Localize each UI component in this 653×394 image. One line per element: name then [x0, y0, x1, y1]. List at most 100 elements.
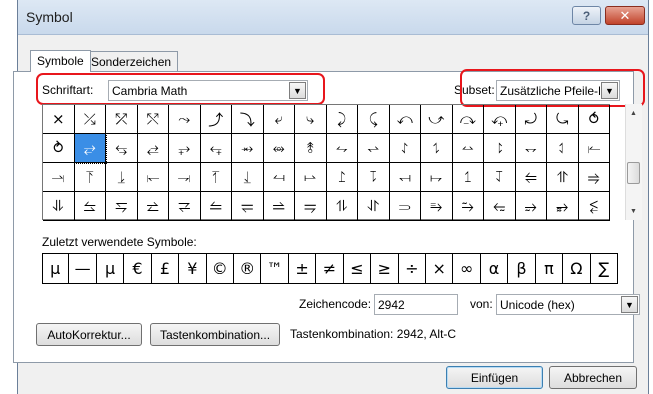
- symbol-cell[interactable]: ⥬: [263, 192, 295, 221]
- symbol-cell[interactable]: ⥱: [421, 192, 453, 221]
- symbol-cell[interactable]: ⤾: [515, 105, 547, 134]
- symbol-cell[interactable]: ⤰: [74, 105, 106, 134]
- symbol-cell[interactable]: ⥈: [263, 134, 295, 163]
- cancel-button[interactable]: Abbrechen: [549, 366, 637, 389]
- symbol-cell[interactable]: ⥔: [74, 163, 106, 192]
- symbol-cell[interactable]: ⥐: [515, 134, 547, 163]
- symbol-cell[interactable]: ⥏: [484, 134, 516, 163]
- autocorrect-button[interactable]: AutoKorrektur...: [36, 323, 142, 346]
- recent-symbol[interactable]: α: [481, 253, 509, 284]
- symbol-grid[interactable]: ⨯ ⤰ ⤱ ⤲ ⤳ ⤴ ⤵ ⤶ ⤷ ⤸ ⤹ ⤺ ⤻ ⤼ ⤽ ⤾ ⤿ ⥀ ⥁ ⥂ ⥃ ⥄ ⥅ ⥆ ⥇ ⥈ ⥉ ⥊ ⥋ ⥌ ⥍ ⥎ ⥏ ⥐ ⥑ ⥒ ⥓ ⥔ ⥕ ⥖…: [42, 104, 610, 221]
- symbol-cell[interactable]: ⥝: [358, 163, 390, 192]
- symbol-cell[interactable]: ⥰: [389, 192, 421, 221]
- recent-symbol[interactable]: ≠: [316, 253, 344, 284]
- recent-symbol[interactable]: £: [152, 253, 180, 284]
- symbol-cell[interactable]: ⤸: [326, 105, 358, 134]
- symbol-cell[interactable]: ⥆: [200, 134, 232, 163]
- symbol-cell[interactable]: ⥩: [169, 192, 201, 221]
- recent-symbol[interactable]: μ: [97, 253, 125, 284]
- symbol-cell[interactable]: ⥨: [137, 192, 169, 221]
- symbol-cell[interactable]: ⥢: [515, 163, 547, 192]
- symbol-cell[interactable]: ⤹: [358, 105, 390, 134]
- symbol-cell[interactable]: ⥳: [484, 192, 516, 221]
- recent-symbol[interactable]: €: [124, 253, 152, 284]
- symbol-cell[interactable]: ⥑: [547, 134, 579, 163]
- symbol-cell[interactable]: ⥓: [43, 163, 75, 192]
- symbol-cell[interactable]: ⥣: [547, 163, 579, 192]
- scroll-thumb[interactable]: [627, 162, 640, 184]
- recent-symbol[interactable]: π: [536, 253, 564, 284]
- symbol-cell[interactable]: ⥌: [389, 134, 421, 163]
- symbol-cell[interactable]: ⨯: [43, 105, 75, 134]
- symbol-cell[interactable]: ⥂: [73, 133, 107, 164]
- symbol-cell[interactable]: ⥒: [578, 134, 610, 163]
- symbol-cell[interactable]: ⥮: [326, 192, 358, 221]
- recent-symbol[interactable]: ∞: [453, 253, 481, 284]
- recent-symbol[interactable]: —: [69, 253, 97, 284]
- symbol-cell[interactable]: ⥤: [578, 163, 610, 192]
- symbol-cell[interactable]: ⥙: [232, 163, 264, 192]
- symbol-cell[interactable]: ⥪: [200, 192, 232, 221]
- symbol-cell[interactable]: ⤽: [484, 105, 516, 134]
- symbol-cell[interactable]: ⥧: [106, 192, 138, 221]
- close-button[interactable]: ✕: [605, 6, 645, 25]
- symbol-cell[interactable]: ⥊: [326, 134, 358, 163]
- scroll-down-icon[interactable]: ▼: [626, 204, 641, 218]
- symbol-cell[interactable]: ⤼: [452, 105, 484, 134]
- symbol-cell[interactable]: ⥁: [43, 134, 75, 163]
- symbol-cell[interactable]: ⥵: [547, 192, 579, 221]
- tab-special-characters[interactable]: Sonderzeichen: [84, 51, 179, 72]
- symbol-scrollbar[interactable]: ▲ ▼: [625, 104, 642, 220]
- symbol-cell[interactable]: ⥛: [295, 163, 327, 192]
- symbol-cell[interactable]: ⤻: [421, 105, 453, 134]
- symbol-cell[interactable]: ⥫: [232, 192, 264, 221]
- recent-symbol[interactable]: ≥: [371, 253, 399, 284]
- symbol-cell[interactable]: ⥟: [421, 163, 453, 192]
- recent-symbol[interactable]: ÷: [399, 253, 426, 284]
- symbol-cell[interactable]: ⥲: [452, 192, 484, 221]
- symbol-cell[interactable]: ⤲: [137, 105, 169, 134]
- symbol-cell[interactable]: ⤳: [169, 105, 201, 134]
- symbol-cell[interactable]: ⥉: [295, 134, 327, 163]
- symbol-cell[interactable]: ⥀: [578, 105, 610, 134]
- from-select[interactable]: Unicode (hex) ▼: [496, 294, 640, 315]
- symbol-cell[interactable]: ⥞: [389, 163, 421, 192]
- symbol-cell[interactable]: ⥯: [358, 192, 390, 221]
- symbol-cell[interactable]: ⥅: [169, 134, 201, 163]
- symbol-cell[interactable]: ⥡: [484, 163, 516, 192]
- symbol-cell[interactable]: ⥍: [421, 134, 453, 163]
- symbol-cell[interactable]: ⥠: [452, 163, 484, 192]
- tab-symbols[interactable]: Symbole: [30, 50, 91, 72]
- recent-symbol[interactable]: μ: [42, 253, 70, 284]
- scroll-up-icon[interactable]: ▲: [626, 106, 641, 120]
- symbol-cell[interactable]: ⥗: [169, 163, 201, 192]
- recent-symbol[interactable]: ™: [261, 253, 289, 284]
- shortcut-button[interactable]: Tastenkombination...: [150, 323, 280, 346]
- symbol-cell[interactable]: ⤺: [389, 105, 421, 134]
- symbol-cell[interactable]: ⥘: [200, 163, 232, 192]
- symbol-cell[interactable]: ⤶: [263, 105, 295, 134]
- symbol-cell[interactable]: ⥭: [295, 192, 327, 221]
- symbol-cell[interactable]: ⤴: [200, 105, 232, 134]
- symbol-cell[interactable]: ⤵: [232, 105, 264, 134]
- symbol-cell[interactable]: ⥇: [232, 134, 264, 163]
- recent-symbol[interactable]: β: [508, 253, 536, 284]
- symbol-cell[interactable]: ⥚: [263, 163, 295, 192]
- symbol-cell[interactable]: ⥴: [515, 192, 547, 221]
- symbol-cell[interactable]: ⥋: [358, 134, 390, 163]
- recent-symbol[interactable]: ≤: [344, 253, 372, 284]
- symbol-cell[interactable]: ⥜: [326, 163, 358, 192]
- recent-symbol[interactable]: Ω: [563, 253, 591, 284]
- symbol-cell[interactable]: ⥃: [106, 134, 138, 163]
- recent-symbol[interactable]: ∑: [591, 253, 618, 284]
- symbol-cell[interactable]: ⤿: [547, 105, 579, 134]
- symbol-cell[interactable]: ⥥: [43, 192, 75, 221]
- symbol-cell[interactable]: ⤷: [295, 105, 327, 134]
- recent-symbol[interactable]: ©: [207, 253, 234, 284]
- charcode-input[interactable]: 2942: [374, 294, 458, 315]
- symbol-cell[interactable]: ⥦: [74, 192, 106, 221]
- symbol-cell[interactable]: ⥕: [106, 163, 138, 192]
- insert-button[interactable]: Einfügen: [446, 366, 543, 389]
- symbol-cell[interactable]: ⥶: [578, 192, 610, 221]
- recent-symbol[interactable]: ®: [234, 253, 262, 284]
